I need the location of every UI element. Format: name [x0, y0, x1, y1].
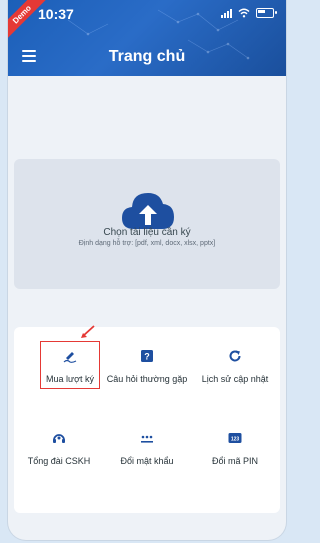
- refresh-icon: [229, 350, 241, 362]
- tile-label: Câu hỏi thường gặp: [106, 374, 188, 384]
- page-title: Trang chủ: [108, 48, 186, 65]
- pointer-arrow-icon: [81, 325, 95, 338]
- faq-button[interactable]: ? Câu hỏi thường gặp: [103, 349, 191, 385]
- cloud-upload-icon: [122, 193, 174, 229]
- tile-label: Đổi mật khẩu: [120, 456, 174, 466]
- update-history-button[interactable]: Lịch sử cập nhật: [191, 349, 279, 385]
- upload-label: Chọn tài liệu cần ký: [103, 227, 191, 238]
- question-box-icon: ?: [141, 350, 153, 362]
- app-header: Demo 10:37 Trang chủ: [8, 0, 286, 76]
- password-icon: [141, 435, 153, 443]
- support-hotline-button[interactable]: Tổng đài CSKH: [15, 431, 103, 467]
- pen-sign-icon: [63, 352, 77, 363]
- upload-hint: Định dạng hỗ trợ: [pdf, xml, docx, xlsx,…: [78, 240, 216, 247]
- status-time: 10:37: [38, 6, 74, 22]
- tile-label: Mua lượt ký: [46, 374, 94, 384]
- battery-icon: [256, 8, 277, 18]
- headset-icon: [53, 434, 65, 443]
- change-password-button[interactable]: Đổi mật khẩu: [103, 431, 191, 467]
- phone-screen: Demo 10:37 Trang chủ Chọn tài liệu cần k…: [8, 0, 286, 540]
- signal-icon: [221, 8, 232, 18]
- pin-code-icon: 123: [228, 433, 242, 443]
- svg-text:123: 123: [231, 436, 240, 442]
- status-icons: [221, 8, 277, 18]
- buy-signatures-button[interactable]: Mua lượt ký: [26, 349, 114, 385]
- tile-label: Đổi mã PIN: [211, 456, 258, 466]
- feature-grid: Mua lượt ký ? Câu hỏi thường gặp Lịch sử…: [14, 325, 280, 513]
- change-pin-button[interactable]: 123 Đổi mã PIN: [191, 431, 279, 467]
- tile-label: Lịch sử cập nhật: [201, 374, 269, 384]
- svg-text:?: ?: [144, 352, 150, 362]
- tile-label: Tổng đài CSKH: [27, 456, 91, 466]
- upload-document-area[interactable]: Chọn tài liệu cần ký Định dạng hỗ trợ: […: [14, 159, 280, 289]
- wifi-icon: [238, 8, 250, 18]
